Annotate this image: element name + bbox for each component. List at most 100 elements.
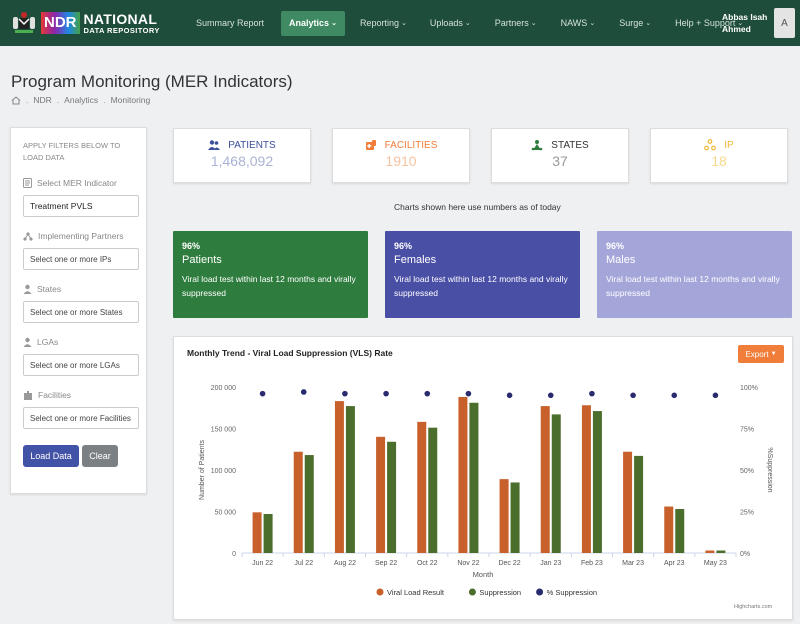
- nav-item-naws[interactable]: NAWS ⌄: [553, 11, 604, 36]
- nav-item-surge[interactable]: Surge ⌄: [611, 11, 659, 36]
- bar-viral-load-result: [705, 550, 715, 553]
- user-name[interactable]: Abbas Isah Ahmed: [722, 11, 772, 35]
- x-tick-label: Aug 22: [334, 560, 356, 567]
- bar-viral-load-result: [499, 479, 509, 553]
- home-icon[interactable]: [11, 95, 21, 105]
- point-percent-suppression: [547, 392, 554, 399]
- bar-suppression: [634, 455, 644, 553]
- load-data-button[interactable]: Load Data: [23, 445, 79, 467]
- point-percent-suppression: [300, 389, 307, 395]
- vls-card-females: 96% Females Viral load test within last …: [385, 231, 580, 318]
- bar-suppression: [592, 411, 602, 553]
- brand-logo[interactable]: NDR NATIONAL DATA REPOSITORY: [0, 9, 178, 37]
- x-tick-label: May 23: [704, 560, 727, 567]
- bar-suppression: [345, 406, 355, 553]
- y2-tick-label: 50%: [740, 468, 754, 475]
- top-navbar: NDR NATIONAL DATA REPOSITORY Summary Rep…: [0, 0, 800, 46]
- facilities-label: Facilities: [23, 390, 137, 400]
- vls-trend-chart-card: 0 50 000 100 000 150 000 200 000 0% 25% 50% 75% 1…: [173, 336, 793, 620]
- ip-icon: [704, 139, 717, 151]
- point-percent-suppression: [630, 392, 636, 399]
- y-tick-label: 150 000: [211, 427, 236, 434]
- mer-indicator-label: Select MER Indicator: [23, 178, 137, 188]
- vls-trend-chart: 0 50 000 100 000 150 000 200 000 0% 25% 50% 75% 1…: [199, 385, 773, 597]
- chevron-down-icon: ▼: [770, 351, 777, 357]
- bar-viral-load-result: [417, 421, 427, 553]
- point-percent-suppression: [383, 390, 389, 397]
- x-tick-label: Mar 23: [622, 560, 644, 567]
- y2-axis-title: %Suppression: [766, 447, 773, 492]
- legend-item: Suppression: [479, 588, 521, 597]
- y-tick-label: 50 000: [215, 510, 237, 517]
- chevron-down-icon: ⌄: [464, 20, 471, 27]
- bar-viral-load-result: [376, 436, 386, 553]
- y2-tick-label: 100%: [740, 385, 758, 392]
- x-tick-label: Apr 23: [664, 560, 685, 567]
- y-axis-title: Number of Patients: [199, 440, 206, 500]
- stat-card-facilities: FACILITIES 1910: [332, 128, 470, 183]
- coat-of-arms-icon: [13, 12, 35, 33]
- chart-title: Monthly Trend - Viral Load Suppression (…: [187, 348, 393, 358]
- point-percent-suppression: [712, 392, 719, 399]
- facilities-select[interactable]: Select one or more Facilities: [23, 407, 139, 429]
- x-tick-label: Jun 22: [252, 560, 273, 567]
- breadcrumb-analytics[interactable]: Analytics: [64, 95, 98, 105]
- y2-tick-label: 0%: [740, 551, 750, 558]
- nav-item-partners[interactable]: Partners ⌄: [487, 11, 545, 36]
- bar-suppression: [428, 427, 438, 553]
- x-tick-label: Oct 22: [417, 560, 438, 567]
- stat-value-patients: 1,468,092: [210, 153, 274, 169]
- nav-item-reporting[interactable]: Reporting ⌄: [352, 11, 415, 36]
- point-percent-suppression: [424, 390, 431, 397]
- states-select[interactable]: Select one or more States: [23, 301, 139, 323]
- legend-marker: [376, 588, 384, 596]
- nav-item-uploads[interactable]: Uploads ⌄: [422, 11, 479, 36]
- lgas-select[interactable]: Select one or more LGAs: [23, 354, 139, 376]
- as-of-note: Charts shown here use numbers as of toda…: [394, 202, 561, 212]
- bar-suppression: [551, 414, 561, 553]
- bar-suppression: [469, 402, 479, 553]
- chevron-down-icon: ⌄: [530, 20, 537, 27]
- states-icon: [531, 140, 543, 151]
- brand-title: NATIONAL: [83, 10, 158, 27]
- x-tick-label: Nov 22: [457, 560, 479, 567]
- states-label: States: [23, 284, 137, 294]
- ip-select[interactable]: Select one or more IPs: [23, 248, 139, 270]
- states-filter-icon: [23, 284, 32, 294]
- chart-credit[interactable]: Highcharts.com: [734, 604, 772, 610]
- bar-suppression: [387, 441, 397, 553]
- bar-suppression: [510, 482, 520, 553]
- y-tick-label: 100 000: [211, 468, 236, 475]
- chevron-down-icon: ⌄: [331, 20, 337, 27]
- point-percent-suppression: [465, 390, 472, 397]
- legend-marker: [468, 588, 476, 596]
- y2-tick-label: 75%: [740, 427, 754, 434]
- breadcrumb-ndr[interactable]: NDR: [33, 95, 51, 105]
- x-axis-title: Month: [473, 570, 494, 579]
- legend-item: % Suppression: [547, 588, 597, 597]
- patients-icon: [208, 140, 221, 150]
- indicator-icon: [23, 178, 32, 188]
- vls-card-males: 96% Males Viral load test within last 12…: [597, 231, 792, 318]
- avatar[interactable]: A: [774, 8, 795, 38]
- partners-icon: [23, 231, 33, 241]
- x-tick-label: Jul 22: [294, 560, 313, 567]
- point-percent-suppression: [589, 390, 595, 397]
- y2-tick-label: 25%: [740, 510, 754, 517]
- point-percent-suppression: [342, 390, 348, 397]
- mer-indicator-select[interactable]: Treatment PVLS: [23, 195, 139, 217]
- ndr-badge: NDR: [41, 12, 80, 34]
- x-tick-label: Sep 22: [375, 560, 397, 567]
- x-tick-label: Feb 23: [581, 560, 603, 567]
- stat-card-states: STATES 37: [491, 128, 629, 183]
- nav-item-analytics[interactable]: Analytics ⌄: [281, 10, 345, 36]
- chevron-down-icon: ⌄: [645, 20, 652, 27]
- clear-button[interactable]: Clear: [82, 445, 118, 467]
- bar-viral-load-result: [623, 451, 633, 553]
- facilities-icon: [365, 140, 376, 150]
- point-percent-suppression: [671, 392, 678, 399]
- stat-value-states: 37: [552, 153, 568, 169]
- brand-subtitle: DATA REPOSITORY: [83, 25, 160, 35]
- nav-item-summary-report[interactable]: Summary Report: [188, 11, 272, 36]
- export-button[interactable]: Export ▼: [738, 345, 784, 363]
